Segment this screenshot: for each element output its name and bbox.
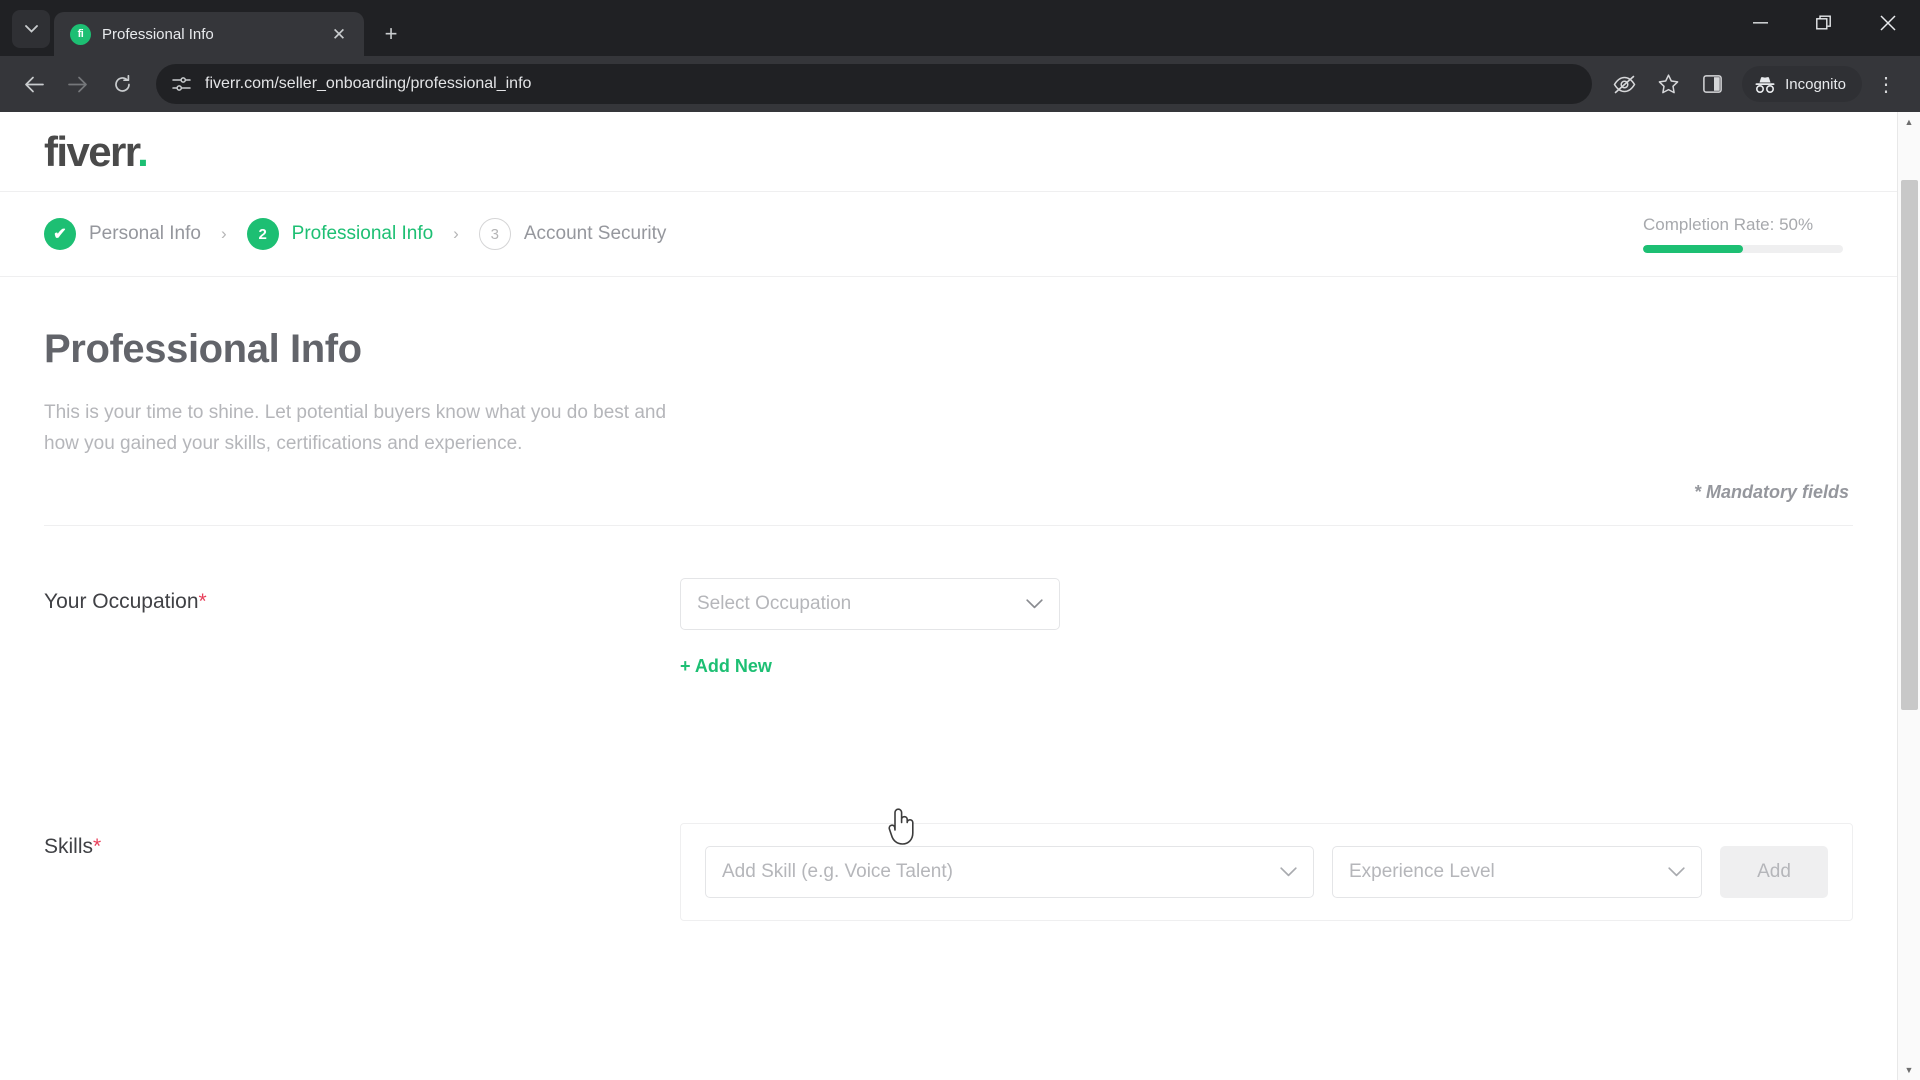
close-icon	[1880, 15, 1896, 31]
site-header: fiverr.	[0, 112, 1897, 192]
tune-icon	[172, 77, 191, 91]
skills-row: Skills* Add Skill (e.g. Voice Talent) Ex…	[44, 677, 1853, 921]
completion-rate-text: Completion Rate: 50%	[1643, 215, 1814, 234]
skill-select[interactable]: Add Skill (e.g. Voice Talent)	[705, 845, 1314, 898]
fiverr-onboarding-page: fiverr. ✔ Personal Info › 2 Professional…	[0, 112, 1897, 1080]
maximize-button[interactable]	[1792, 0, 1856, 46]
restore-icon	[1816, 15, 1831, 30]
scroll-down-arrow-icon[interactable]: ▼	[1905, 1060, 1914, 1080]
chevron-down-icon	[1026, 598, 1043, 609]
back-button[interactable]	[14, 64, 54, 104]
incognito-label: Incognito	[1785, 75, 1846, 93]
experience-level-placeholder: Experience Level	[1349, 860, 1495, 882]
progress-bar	[1643, 245, 1843, 253]
new-tab-icon[interactable]: +	[378, 21, 404, 47]
step-label-personal-info: Personal Info	[89, 223, 201, 244]
skill-placeholder: Add Skill (e.g. Voice Talent)	[722, 860, 953, 882]
forward-button[interactable]	[58, 64, 98, 104]
eye-off-icon[interactable]	[1604, 64, 1644, 104]
progress-bar-fill	[1643, 245, 1743, 253]
scrollbar-track[interactable]	[1898, 132, 1920, 1060]
close-tab-icon[interactable]: ✕	[326, 21, 352, 47]
skills-label: Skills*	[44, 823, 680, 859]
occupation-placeholder: Select Occupation	[697, 592, 852, 614]
eye-off-glyph	[1613, 75, 1635, 93]
page-description: This is your time to shine. Let potentia…	[44, 402, 667, 454]
browser-menu-icon[interactable]: ⋮	[1866, 64, 1906, 104]
star-glyph	[1658, 74, 1678, 94]
browser-tab[interactable]: fi Professional Info ✕	[54, 12, 364, 56]
minimize-button[interactable]	[1728, 0, 1792, 46]
skills-control: Add Skill (e.g. Voice Talent) Experience…	[680, 822, 1853, 921]
experience-level-select[interactable]: Experience Level	[1332, 845, 1702, 898]
page-title: Professional Info	[44, 327, 362, 371]
browser-window: fi Professional Info ✕ + fiverr.com/sell…	[0, 0, 1920, 1080]
skills-card: Add Skill (e.g. Voice Talent) Experience…	[680, 822, 1853, 921]
occupation-row: Your Occupation* Select Occupation + Add…	[44, 526, 1853, 677]
toolbar-icons: Incognito ⋮	[1604, 64, 1906, 104]
url-text: fiverr.com/seller_onboarding/professiona…	[205, 75, 532, 92]
bookmark-star-icon[interactable]	[1648, 64, 1688, 104]
skills-label-text: Skills	[44, 834, 94, 858]
mandatory-fields-note: * Mandatory fields	[1693, 481, 1849, 502]
step-professional-info[interactable]: 2 Professional Info	[246, 218, 434, 250]
address-bar[interactable]: fiverr.com/seller_onboarding/professiona…	[156, 64, 1593, 104]
logo-dot: .	[137, 127, 149, 175]
browser-toolbar: fiverr.com/seller_onboarding/professiona…	[0, 56, 1920, 112]
occupation-label-text: Your Occupation	[44, 589, 199, 613]
logo-text: fiverr	[44, 127, 139, 175]
page-viewport: fiverr. ✔ Personal Info › 2 Professional…	[0, 112, 1920, 1080]
window-controls	[1728, 0, 1920, 56]
incognito-icon	[1755, 76, 1775, 93]
side-panel-glyph	[1702, 75, 1722, 93]
step-account-security[interactable]: 3 Account Security	[478, 218, 667, 250]
step-badge-3: 3	[478, 218, 511, 250]
occupation-control: Select Occupation + Add New	[680, 577, 1853, 677]
tab-strip: fi Professional Info ✕ +	[0, 0, 1920, 56]
step-badge-done-icon: ✔	[44, 218, 76, 250]
back-arrow-icon	[25, 76, 44, 92]
step-label-professional-info: Professional Info	[291, 223, 434, 244]
step-personal-info[interactable]: ✔ Personal Info	[44, 218, 201, 250]
occupation-select[interactable]: Select Occupation	[680, 577, 1060, 630]
reload-icon	[114, 74, 130, 92]
chevron-down-icon	[1280, 866, 1297, 877]
required-asterisk: *	[198, 589, 207, 613]
reload-button[interactable]	[102, 64, 142, 104]
step-list: ✔ Personal Info › 2 Professional Info › …	[44, 218, 666, 250]
page-content: Professional Info This is your time to s…	[0, 327, 1897, 921]
chevron-down-icon	[1668, 866, 1685, 877]
completion-rate: Completion Rate: 50%	[1643, 215, 1853, 253]
step-separator: ›	[220, 224, 227, 243]
scrollbar-thumb[interactable]	[1901, 180, 1918, 710]
add-skill-button[interactable]: Add	[1720, 845, 1828, 898]
step-badge-2: 2	[246, 218, 279, 250]
incognito-badge[interactable]: Incognito	[1742, 66, 1862, 102]
minimize-icon	[1752, 22, 1768, 24]
onboarding-stepper: ✔ Personal Info › 2 Professional Info › …	[0, 192, 1897, 277]
tab-search-button[interactable]	[12, 10, 50, 48]
tab-title: Professional Info	[102, 25, 214, 43]
side-panel-icon[interactable]	[1692, 64, 1732, 104]
chevron-down-icon	[24, 25, 38, 33]
close-window-button[interactable]	[1856, 0, 1920, 46]
add-new-occupation-link[interactable]: + Add New	[680, 656, 772, 677]
fiverr-logo[interactable]: fiverr.	[44, 127, 149, 176]
page-scrollbar[interactable]: ▲ ▼	[1897, 112, 1920, 1080]
required-asterisk: *	[93, 834, 102, 858]
occupation-label: Your Occupation*	[44, 578, 680, 614]
forward-arrow-icon	[68, 76, 87, 92]
step-label-account-security: Account Security	[523, 223, 667, 244]
scroll-up-arrow-icon[interactable]: ▲	[1905, 112, 1914, 132]
fiverr-favicon: fi	[70, 23, 91, 45]
step-separator: ›	[453, 224, 459, 243]
